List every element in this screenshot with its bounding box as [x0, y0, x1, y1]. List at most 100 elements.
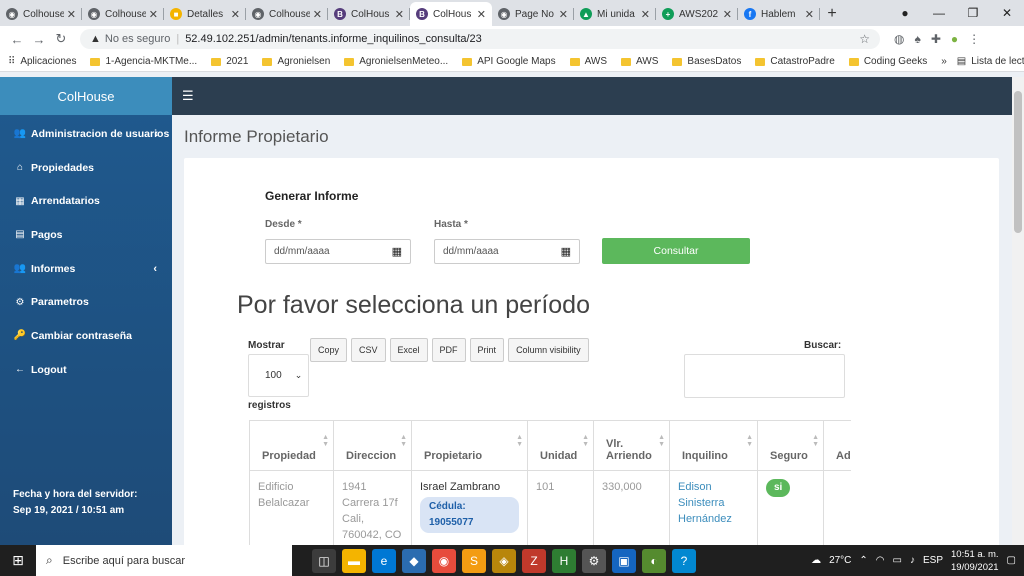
sidebar-item-propiedades[interactable]: ⌂ Propiedades [0, 151, 172, 185]
sidebar-item-pagos[interactable]: ▤ Pagos [0, 218, 172, 252]
reload-icon[interactable]: ↻ [50, 31, 72, 47]
sidebar-item-parametros[interactable]: ⚙ Parametros [0, 285, 172, 319]
tenant-link[interactable]: Edison Sinisterra Hernández [678, 481, 732, 525]
git-icon[interactable]: ◈ [492, 548, 516, 573]
leaf-app-icon[interactable]: ◐ [642, 548, 666, 573]
back-icon[interactable]: ← [6, 32, 28, 47]
column-visibility-button[interactable]: Column visibility [508, 338, 589, 362]
column-header[interactable]: Propiedad ▲ ▼ [249, 420, 334, 471]
browser-tab[interactable]: ◉ Page No ✕ [492, 2, 574, 26]
column-header[interactable]: Propietario ▲ ▼ [411, 420, 528, 471]
tray-chevron-icon[interactable]: ⌃ [859, 555, 867, 566]
tab-close-icon[interactable]: ✕ [559, 8, 568, 21]
bookmarks-more-button[interactable]: » [941, 56, 947, 67]
bookmark-folder[interactable]: BasesDatos [672, 56, 741, 67]
tab-close-icon[interactable]: ✕ [723, 8, 732, 21]
csv-button[interactable]: CSV [351, 338, 386, 362]
sidebar-item-logout[interactable]: ← Logout [0, 353, 172, 387]
bookmark-folder[interactable]: Agronielsen [262, 56, 330, 67]
extension-globe-icon[interactable]: ◍ [894, 32, 904, 46]
sidebar-item-informes[interactable]: 👥 Informes ‹ [0, 252, 172, 286]
menu-dots-icon[interactable]: ⋮ [968, 32, 980, 46]
bookmark-folder[interactable]: AgronielsenMeteo... [344, 56, 448, 67]
pdf-button[interactable]: PDF [431, 338, 466, 362]
weather-icon[interactable]: ☁ [811, 555, 821, 566]
calendar-icon[interactable]: ▦ [392, 245, 402, 258]
hasta-date-input[interactable]: dd/mm/aaaa ▦ [434, 239, 580, 264]
page-scrollbar[interactable] [1012, 77, 1024, 545]
network-app-icon[interactable]: ▣ [612, 548, 636, 573]
browser-tab[interactable]: ▲ Mi unida ✕ [574, 2, 656, 26]
calendar-icon[interactable]: ▦ [561, 245, 571, 258]
settings-icon[interactable]: ⚙ [582, 548, 606, 573]
battery-icon[interactable]: ▭ [893, 555, 902, 566]
tab-close-icon[interactable]: ✕ [805, 8, 814, 21]
print-button[interactable]: Print [469, 338, 505, 362]
chrome-icon[interactable]: ◉ [432, 548, 456, 573]
column-header[interactable]: Vlr. Arriendo ▲ ▼ [593, 420, 670, 471]
extension-pin-icon[interactable]: ● [951, 32, 958, 46]
heidisql-icon[interactable]: H [552, 548, 576, 573]
restore-icon[interactable]: ❐ [956, 6, 990, 20]
notifications-icon[interactable]: ▢ [1007, 555, 1016, 566]
tab-close-icon[interactable]: ✕ [67, 8, 76, 21]
browser-tab[interactable]: + AWS202 ✕ [656, 2, 738, 26]
results-table-wrapper[interactable]: Propiedad ▲ ▼ Direccion ▲ ▼ Propietario ▲ ▼ Unida… [249, 420, 851, 545]
profile-icon[interactable]: ● [888, 6, 922, 20]
search-input[interactable] [684, 354, 845, 398]
extension-hat-icon[interactable]: ♠ [914, 32, 920, 46]
tab-close-icon[interactable]: ✕ [477, 8, 486, 21]
weather-temp[interactable]: 27°C [829, 555, 851, 566]
column-header[interactable]: Inquilino ▲ ▼ [669, 420, 758, 471]
bookmark-folder[interactable]: API Google Maps [462, 56, 556, 67]
consultar-button[interactable]: Consultar [602, 238, 750, 264]
close-window-icon[interactable]: ✕ [990, 6, 1024, 20]
clock[interactable]: 10:51 a. m. 19/09/2021 [951, 548, 999, 574]
browser-tab[interactable]: ■ Detalles ✕ [164, 2, 246, 26]
sublime-icon[interactable]: S [462, 548, 486, 573]
vscode-icon[interactable]: ◆ [402, 548, 426, 573]
bookmark-folder[interactable]: 2021 [211, 56, 248, 67]
bookmark-folder[interactable]: CatastroPadre [755, 56, 835, 67]
sidebar-item-cambiar-contrase-a[interactable]: 🔑 Cambiar contraseña [0, 319, 172, 353]
omnibox[interactable]: ▲ No es seguro | 52.49.102.251/admin/ten… [80, 29, 880, 49]
extensions-puzzle-icon[interactable]: ✚ [931, 32, 941, 46]
column-header[interactable]: Ad [823, 420, 851, 471]
tab-close-icon[interactable]: ✕ [149, 8, 158, 21]
taskbar-search-input[interactable]: ⌕ Escribe aquí para buscar [36, 545, 292, 576]
tab-close-icon[interactable]: ✕ [231, 8, 240, 21]
browser-tab[interactable]: B ColHous ✕ [328, 2, 410, 26]
wifi-icon[interactable]: ◠ [876, 555, 885, 566]
browser-tab[interactable]: f Hablem ✕ [738, 2, 820, 26]
tab-close-icon[interactable]: ✕ [395, 8, 404, 21]
sidebar-item-administracion-de-usuarios[interactable]: 👥 Administracion de usuarios ‹ [0, 117, 172, 151]
bookmark-folder[interactable]: Coding Geeks [848, 56, 927, 67]
filezilla-icon[interactable]: Z [522, 548, 546, 573]
browser-tab[interactable]: B ColHous ✕ [410, 2, 492, 26]
minimize-icon[interactable]: — [922, 6, 956, 20]
scrollbar-thumb[interactable] [1014, 91, 1022, 233]
copy-button[interactable]: Copy [310, 338, 348, 362]
windows-start-icon[interactable]: ⊞ [0, 552, 36, 569]
page-length-select[interactable]: 100 ⌄ [248, 354, 309, 397]
brand-logo[interactable]: ColHouse [0, 77, 172, 115]
edge-icon[interactable]: e [372, 548, 396, 573]
bookmark-folder[interactable]: 1-Agencia-MKTMe... [90, 56, 197, 67]
bookmark-apps[interactable]: ⠿ Aplicaciones [8, 56, 76, 67]
new-tab-button[interactable]: + [820, 2, 844, 26]
column-header[interactable]: Unidad ▲ ▼ [527, 420, 594, 471]
file-explorer-icon[interactable]: ▬ [342, 548, 366, 573]
bookmark-folder[interactable]: AWS [621, 56, 658, 67]
browser-tab[interactable]: ◉ Colhouse ✕ [246, 2, 328, 26]
browser-tab[interactable]: ◉ Colhouse ✕ [82, 2, 164, 26]
desde-date-input[interactable]: dd/mm/aaaa ▦ [265, 239, 411, 264]
forward-icon[interactable]: → [28, 32, 50, 47]
help-icon[interactable]: ? [672, 548, 696, 573]
volume-icon[interactable]: ♪ [910, 555, 915, 566]
column-header[interactable]: Direccion ▲ ▼ [333, 420, 412, 471]
sidebar-item-arrendatarios[interactable]: ▦ Arrendatarios [0, 184, 172, 218]
tab-close-icon[interactable]: ✕ [313, 8, 322, 21]
reading-list-button[interactable]: ▤ Lista de lectura [957, 56, 1024, 67]
column-header[interactable]: Seguro ▲ ▼ [757, 420, 824, 471]
tab-close-icon[interactable]: ✕ [641, 8, 650, 21]
